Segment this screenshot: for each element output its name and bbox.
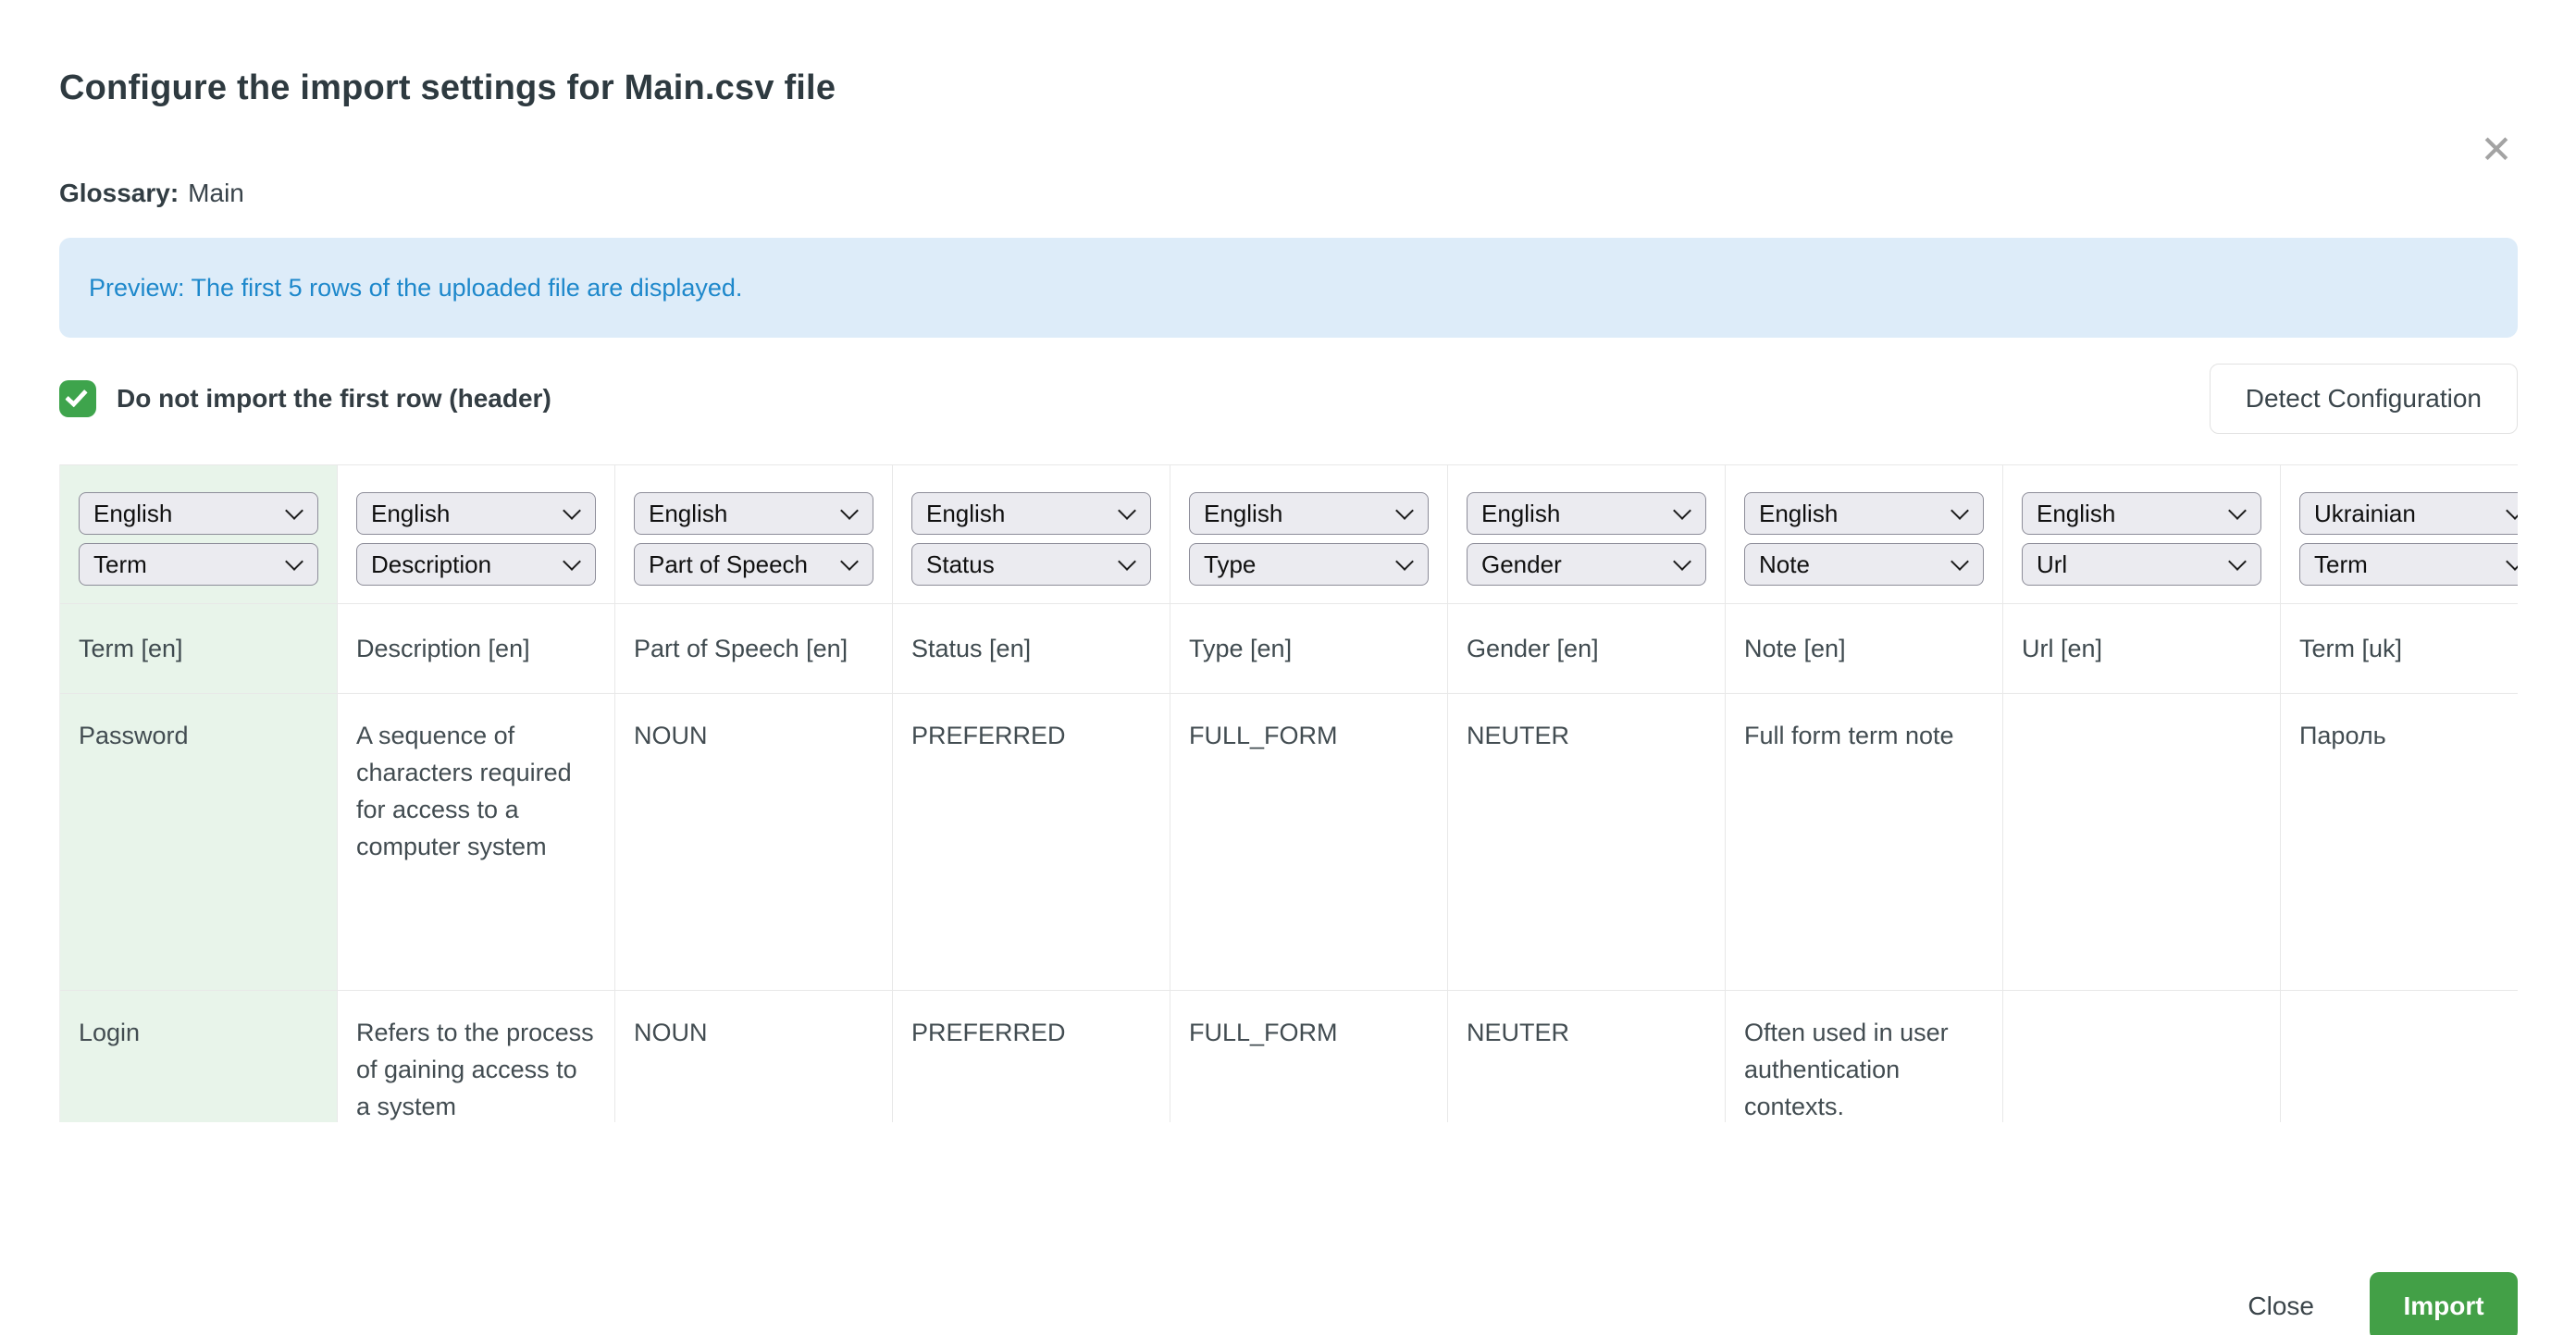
preview-info-banner: Preview: The first 5 rows of the uploade… xyxy=(59,238,2518,338)
cell-term-en: Password xyxy=(60,694,338,990)
cell-status-en: PREFERRED xyxy=(893,991,1170,1122)
import-button[interactable]: Import xyxy=(2370,1272,2518,1335)
column-mapping-row: English Term English Description English… xyxy=(60,464,2518,603)
column-header: Type [en] xyxy=(1170,604,1448,693)
close-icon[interactable]: ✕ xyxy=(2471,124,2522,176)
skip-header-label: Do not import the first row (header) xyxy=(117,384,551,414)
cell-type-en: FULL_FORM xyxy=(1170,991,1448,1122)
column-header: Status [en] xyxy=(893,604,1170,693)
language-select-col7[interactable]: English xyxy=(1744,492,1984,535)
field-select-col6[interactable]: Gender xyxy=(1467,543,1706,586)
language-select-col1[interactable]: English xyxy=(79,492,318,535)
cell-note-en: Often used in user authentication contex… xyxy=(1726,991,2003,1122)
cell-note-en: Full form term note xyxy=(1726,694,2003,990)
language-select-col9[interactable]: Ukrainian xyxy=(2299,492,2518,535)
cell-gender-en: NEUTER xyxy=(1448,991,1726,1122)
field-select-col9[interactable]: Term xyxy=(2299,543,2518,586)
glossary-line: Glossary: Main xyxy=(59,178,2518,209)
table-header-row: Term [en] Description [en] Part of Speec… xyxy=(60,603,2518,693)
cell-type-en: FULL_FORM xyxy=(1170,694,1448,990)
column-header: Description [en] xyxy=(338,604,615,693)
field-select-col3[interactable]: Part of Speech xyxy=(634,543,873,586)
column-header: Gender [en] xyxy=(1448,604,1726,693)
options-row: Do not import the first row (header) Det… xyxy=(59,364,2518,434)
cell-pos-en: NOUN xyxy=(615,991,893,1122)
language-select-col2[interactable]: English xyxy=(356,492,596,535)
header-checkbox-group: Do not import the first row (header) xyxy=(59,380,551,417)
table-row: Password A sequence of characters requir… xyxy=(60,693,2518,990)
language-select-col8[interactable]: English xyxy=(2022,492,2261,535)
mapping-cell-gender-en: English Gender xyxy=(1448,465,1726,603)
mapping-cell-term-en: English Term xyxy=(60,465,338,603)
cell-gender-en: NEUTER xyxy=(1448,694,1726,990)
skip-header-checkbox[interactable] xyxy=(59,380,96,417)
field-select-col4[interactable]: Status xyxy=(911,543,1151,586)
glossary-label: Glossary: xyxy=(59,179,179,207)
field-select-col1[interactable]: Term xyxy=(79,543,318,586)
mapping-cell-pos-en: English Part of Speech xyxy=(615,465,893,603)
language-select-col3[interactable]: English xyxy=(634,492,873,535)
field-select-col5[interactable]: Type xyxy=(1189,543,1429,586)
import-settings-dialog: Configure the import settings for Main.c… xyxy=(0,67,2576,1335)
mapping-cell-url-en: English Url xyxy=(2003,465,2281,603)
column-header: Url [en] xyxy=(2003,604,2281,693)
column-header: Term [uk] xyxy=(2281,604,2518,693)
mapping-cell-type-en: English Type xyxy=(1170,465,1448,603)
dialog-footer: Close Import xyxy=(2242,1272,2518,1335)
field-select-col2[interactable]: Description xyxy=(356,543,596,586)
mapping-cell-status-en: English Status xyxy=(893,465,1170,603)
field-select-col7[interactable]: Note xyxy=(1744,543,1984,586)
glossary-value: Main xyxy=(188,179,244,207)
language-select-col6[interactable]: English xyxy=(1467,492,1706,535)
column-header: Note [en] xyxy=(1726,604,2003,693)
cell-status-en: PREFERRED xyxy=(893,694,1170,990)
cell-pos-en: NOUN xyxy=(615,694,893,990)
cell-description-en: Refers to the process of gaining access … xyxy=(338,991,615,1122)
close-button[interactable]: Close xyxy=(2242,1292,2320,1321)
table-row: Login Refers to the process of gaining a… xyxy=(60,990,2518,1122)
detect-configuration-button[interactable]: Detect Configuration xyxy=(2210,364,2518,434)
preview-table: English Term English Description English… xyxy=(59,464,2518,1122)
field-select-col8[interactable]: Url xyxy=(2022,543,2261,586)
mapping-cell-description-en: English Description xyxy=(338,465,615,603)
cell-term-en: Login xyxy=(60,991,338,1122)
dialog-title: Configure the import settings for Main.c… xyxy=(59,67,2518,109)
cell-url-en xyxy=(2003,991,2281,1122)
language-select-col5[interactable]: English xyxy=(1189,492,1429,535)
checkmark-icon xyxy=(65,385,88,408)
cell-url-en xyxy=(2003,694,2281,990)
mapping-cell-term-uk: Ukrainian Term xyxy=(2281,465,2518,603)
language-select-col4[interactable]: English xyxy=(911,492,1151,535)
column-header: Part of Speech [en] xyxy=(615,604,893,693)
mapping-cell-note-en: English Note xyxy=(1726,465,2003,603)
cell-description-en: A sequence of characters required for ac… xyxy=(338,694,615,990)
cell-term-uk xyxy=(2281,991,2518,1122)
column-header: Term [en] xyxy=(60,604,338,693)
cell-term-uk: Пароль xyxy=(2281,694,2518,990)
preview-info-text: Preview: The first 5 rows of the uploade… xyxy=(89,274,742,303)
